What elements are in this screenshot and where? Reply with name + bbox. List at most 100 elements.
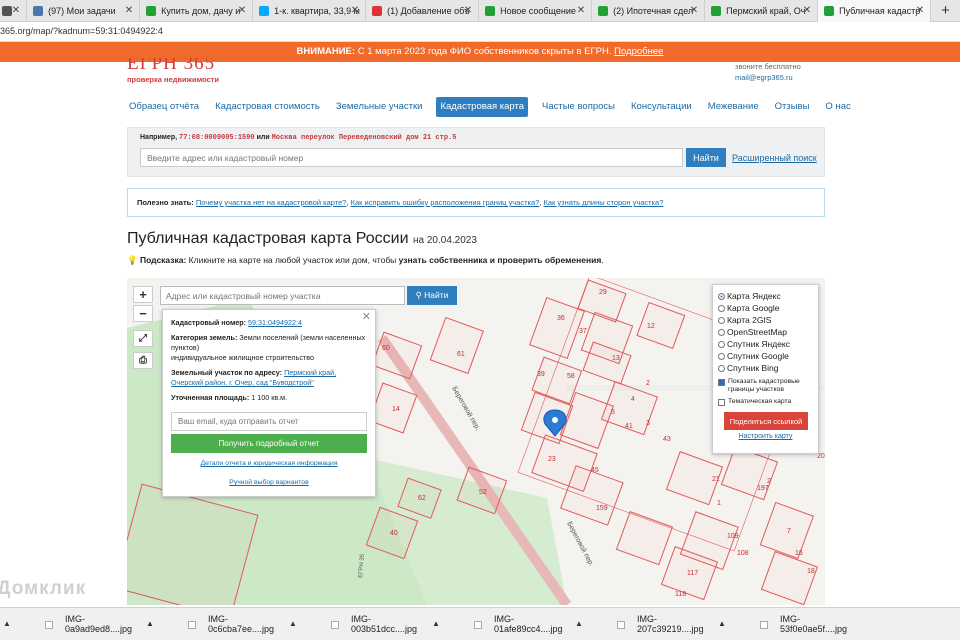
radio-icon[interactable] xyxy=(718,340,725,348)
nav-item[interactable]: Земельные участки xyxy=(334,97,425,117)
kadnum-link[interactable]: 59:31:0494922:4 xyxy=(248,318,302,327)
close-tab-icon[interactable]: ✕ xyxy=(12,5,20,16)
radio-icon[interactable] xyxy=(718,304,725,312)
nav-item[interactable]: Кадастровая стоимость xyxy=(213,97,322,117)
configure-map-link[interactable]: Настроить карту xyxy=(718,433,813,440)
parcel-number: 45 xyxy=(591,467,599,474)
cadastral-map[interactable]: 29 36 37 12 13 58 60 61 39 14 4 5 2 3 41 23 43 45 52 159 21 4… xyxy=(127,278,825,605)
map-search-button[interactable]: ⚲ Найти xyxy=(407,286,457,305)
map-layer-option[interactable]: Спутник Bing xyxy=(718,362,813,374)
share-link-button[interactable]: Поделиться ссылкой xyxy=(724,412,808,430)
radio-icon[interactable] xyxy=(718,364,725,372)
nav-item[interactable]: Межевание xyxy=(706,97,761,117)
browser-tab[interactable]: Купить дом, дачу и ✕ xyxy=(140,0,254,22)
parcel[interactable] xyxy=(636,301,686,350)
radio-icon[interactable] xyxy=(718,316,725,324)
download-filename: IMG-207c39219....jpg xyxy=(637,614,704,634)
nav-item[interactable]: Кадастровая карта xyxy=(436,97,529,117)
close-tab-icon[interactable]: ✕ xyxy=(803,5,811,16)
close-tab-icon[interactable]: ✕ xyxy=(464,5,472,16)
parcel[interactable] xyxy=(760,551,819,605)
map-layer-option[interactable]: Карта Google xyxy=(718,302,813,314)
chevron-up-icon[interactable]: ▲ xyxy=(146,619,154,628)
parcel-number: 117 xyxy=(687,570,698,577)
zoom-in-button[interactable]: + xyxy=(133,286,153,303)
browser-tab[interactable]: Новое сообщение ✕ xyxy=(479,0,593,22)
browser-tab[interactable]: 1-к. квартира, 33,9 м ✕ xyxy=(253,0,367,22)
download-item[interactable]: ▲ IMG-003b51dcc....jpg xyxy=(286,608,429,641)
contact-note: звоните бесплатно xyxy=(735,62,801,71)
manual-select-link[interactable]: Ручной выбор вариантов xyxy=(171,478,367,488)
close-icon[interactable]: ✕ xyxy=(362,312,371,323)
parcel[interactable] xyxy=(371,331,423,380)
address-bar[interactable]: 365.org/map/?kadnum=59:31:0494922:4 xyxy=(0,22,960,42)
map-layer-option[interactable]: Спутник Яндекс xyxy=(718,338,813,350)
nav-item[interactable]: Образец отчёта xyxy=(127,97,201,117)
map-search-input[interactable] xyxy=(160,286,405,305)
nav-item[interactable]: О нас xyxy=(823,97,852,117)
info-link-missing[interactable]: Почему участка нет на кадастровой карте? xyxy=(196,198,347,207)
nav-item[interactable]: Частые вопросы xyxy=(540,97,617,117)
report-details-link[interactable]: Детали отчета и юридическая информация xyxy=(171,459,367,469)
new-tab-icon[interactable]: + xyxy=(931,0,960,21)
show-borders-checkbox[interactable]: Показать кадастровые границы участков xyxy=(718,378,813,394)
checkbox-icon[interactable] xyxy=(718,399,725,406)
close-tab-icon[interactable]: ✕ xyxy=(690,5,698,16)
use-value: индивидуальное жилищное строительство xyxy=(171,353,314,362)
radio-icon[interactable] xyxy=(718,328,725,336)
browser-tab[interactable]: Публичная кадастр ✕ xyxy=(818,0,932,22)
zoom-out-button[interactable]: − xyxy=(133,305,153,322)
info-link-fix[interactable]: Как исправить ошибку расположения границ… xyxy=(351,198,540,207)
checkbox-icon[interactable] xyxy=(718,379,725,386)
search-input[interactable] xyxy=(140,148,683,167)
map-layer-option[interactable]: Карта Яндекс xyxy=(718,290,813,302)
browser-tab[interactable]: ✕ xyxy=(0,0,28,22)
parcel-number: 2 xyxy=(646,380,650,387)
parcel[interactable] xyxy=(615,511,674,566)
fullscreen-icon[interactable]: ⤢ xyxy=(133,330,153,347)
radio-icon[interactable] xyxy=(718,352,725,360)
chevron-up-icon[interactable]: ▲ xyxy=(3,619,11,628)
check-icon xyxy=(824,6,835,16)
browser-tab[interactable]: (1) Добавление объ ✕ xyxy=(366,0,480,22)
close-tab-icon[interactable]: ✕ xyxy=(916,5,924,16)
browser-tab[interactable]: (97) Мои задачи ✕ xyxy=(27,0,141,22)
parcel-number: 29 xyxy=(599,289,607,296)
download-item[interactable]: ▲ IMG-0c6cba7ee....jpg xyxy=(143,608,286,641)
banner-link[interactable]: Подробнее xyxy=(614,46,663,57)
map-layer-option[interactable]: Спутник Google xyxy=(718,350,813,362)
search-button[interactable]: Найти xyxy=(686,148,726,167)
nav-item[interactable]: Отзывы xyxy=(773,97,812,117)
close-tab-icon[interactable]: ✕ xyxy=(238,5,246,16)
example-address[interactable]: Москва переулок Переведеновский дом 21 с… xyxy=(272,134,457,142)
close-tab-icon[interactable]: ✕ xyxy=(125,5,133,16)
nav-item[interactable]: Консультации xyxy=(629,97,694,117)
map-layer-option[interactable]: OpenStreetMap xyxy=(718,326,813,338)
chevron-up-icon[interactable]: ▲ xyxy=(718,619,726,628)
chevron-up-icon[interactable]: ▲ xyxy=(289,619,297,628)
chevron-up-icon[interactable]: ▲ xyxy=(575,619,583,628)
radio-icon[interactable] xyxy=(718,292,725,300)
email-field[interactable] xyxy=(171,412,367,431)
browser-tab[interactable]: (2) Ипотечная сдел ✕ xyxy=(592,0,706,22)
advanced-search-link[interactable]: Расширенный поиск xyxy=(732,153,817,163)
info-link-lengths[interactable]: Как узнать длины сторон участка? xyxy=(544,198,664,207)
site-logo[interactable]: ЕГРН 365 xyxy=(127,58,215,74)
map-layer-option[interactable]: Карта 2GIS xyxy=(718,314,813,326)
download-item[interactable]: ▲ IMG-53f0e0ae5f....jpg xyxy=(715,608,858,641)
download-item[interactable]: ▲ IMG-0a9ad9ed8....jpg xyxy=(0,608,143,641)
parcel[interactable] xyxy=(429,316,484,375)
download-item[interactable]: ▲ IMG-01afe89cc4....jpg xyxy=(429,608,572,641)
parcel[interactable] xyxy=(529,297,585,359)
close-tab-icon[interactable]: ✕ xyxy=(577,5,585,16)
download-item[interactable]: ▲ IMG-207c39219....jpg xyxy=(572,608,715,641)
thematic-checkbox[interactable]: Тематическая карта xyxy=(718,398,813,406)
get-report-button[interactable]: Получить подробный отчет xyxy=(171,434,367,453)
browser-tab[interactable]: Пермский край, Оч ✕ xyxy=(705,0,819,22)
example-number[interactable]: 77:08:0009005:1590 xyxy=(179,134,255,142)
close-tab-icon[interactable]: ✕ xyxy=(351,5,359,16)
print-icon[interactable]: ⎙ xyxy=(133,352,153,369)
contact-email[interactable]: mail@egrp365.ru xyxy=(735,73,793,82)
info-label: Полезно знать: xyxy=(137,198,194,207)
chevron-up-icon[interactable]: ▲ xyxy=(432,619,440,628)
